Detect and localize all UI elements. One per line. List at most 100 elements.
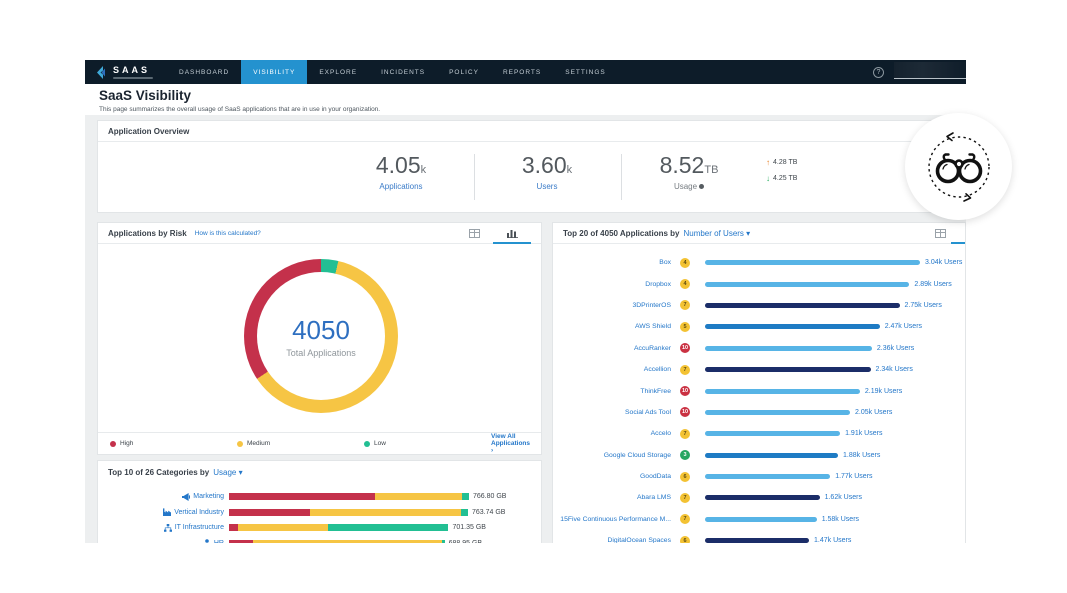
legend-item-low: Low (364, 440, 491, 447)
users-value: 2.89k Users (914, 281, 951, 288)
risk-donut-chart: 4050 Total Applications (244, 259, 398, 413)
application-label[interactable]: 15Five Continuous Performance M... (553, 516, 671, 523)
application-label[interactable]: AWS Shield (553, 323, 671, 330)
help-icon[interactable]: ? (873, 67, 884, 78)
category-label[interactable]: Vertical Industry (174, 509, 224, 516)
application-row: DigitalOcean Spaces 6 1.47k Users (553, 530, 965, 543)
nav-item-visibility[interactable]: VISIBILITY (241, 60, 307, 84)
arrow-down-icon: ↓ (766, 174, 770, 183)
account-area[interactable] (894, 62, 966, 79)
risk-score-badge: 6 (680, 472, 690, 482)
users-bar (705, 517, 817, 522)
users-bar (705, 324, 880, 329)
application-label[interactable]: Google Cloud Storage (553, 452, 671, 459)
application-row: AccuRanker102.36k Users (553, 338, 965, 359)
risk-score-badge: 6 (680, 536, 690, 543)
application-label[interactable]: Accellion (553, 366, 671, 373)
stat-divider (474, 154, 475, 200)
users-value: 1.77k Users (835, 473, 872, 480)
how-calculated-link[interactable]: How is this calculated? (195, 230, 261, 237)
active-tab-indicator (951, 242, 965, 244)
category-value: 763.74 GB (472, 509, 505, 516)
nav-item-reports[interactable]: REPORTS (491, 60, 553, 84)
apps-title: Top 20 of 4050 Applications by (563, 229, 679, 238)
brand-logo-icon (95, 66, 108, 79)
application-label[interactable]: AccuRanker (553, 345, 671, 352)
nav-item-explore[interactable]: EXPLORE (307, 60, 369, 84)
application-row: 15Five Continuous Performance M... 7 1.58k… (553, 509, 965, 530)
stat-applications: 4.05kApplications (341, 152, 461, 191)
risk-score-badge: 7 (680, 429, 690, 439)
usage-deltas: ↑4.28 TB↓4.25 TB (766, 158, 797, 190)
users-value: 1.58k Users (822, 516, 859, 523)
table-view-icon[interactable] (455, 223, 493, 243)
content-area: Application Overview 4.05kApplications 3.… (85, 115, 966, 543)
apps-view-tabs (925, 223, 955, 243)
users-bar (705, 346, 872, 351)
risk-score-badge: 10 (680, 343, 690, 353)
application-row: Google Cloud Storage31.88k Users (553, 445, 965, 466)
person-icon (203, 534, 214, 543)
category-label[interactable]: HR (214, 540, 224, 543)
users-bar (705, 453, 838, 458)
application-label[interactable]: Abara LMS (553, 494, 671, 501)
application-label[interactable]: Dropbox (553, 281, 671, 288)
legend-dot-icon (237, 441, 243, 447)
users-bar (705, 410, 850, 415)
users-value: 2.47k Users (885, 323, 922, 330)
chart-view-icon[interactable] (493, 223, 531, 243)
delta-up: ↑4.28 TB (766, 158, 797, 167)
stat-divider (621, 154, 622, 200)
application-row: Abara LMS 7 1.62k Users (553, 487, 965, 508)
users-value: 1.47k Users (814, 537, 851, 543)
brand-logo[interactable]: SAAS (85, 60, 167, 84)
application-label[interactable]: 3DPrinterOS (553, 302, 671, 309)
overview-title: Application Overview (108, 127, 189, 136)
application-row: Accellion72.34k Users (553, 359, 965, 380)
users-bar (705, 260, 920, 265)
nav-item-settings[interactable]: SETTINGS (553, 60, 618, 84)
users-bar (705, 431, 840, 436)
application-label[interactable]: GoodData (553, 473, 671, 480)
category-label[interactable]: IT Infrastructure (175, 524, 224, 531)
risk-score-badge: 7 (680, 514, 690, 524)
top-navbar: SAAS DASHBOARDVISIBILITYEXPLOREINCIDENTS… (85, 60, 966, 84)
category-value: 701.35 GB (453, 524, 486, 531)
apps-sort-dropdown[interactable]: Number of Users ▾ (683, 229, 750, 238)
category-value: 766.80 GB (473, 493, 506, 500)
binoculars-icon (917, 125, 1001, 209)
users-value: 1.91k Users (845, 430, 882, 437)
application-label[interactable]: ThinkFree (553, 388, 671, 395)
risk-score-badge: 7 (680, 493, 690, 503)
page-header: SaaS Visibility This page summarizes the… (85, 84, 966, 115)
category-usage-bar (229, 493, 469, 500)
users-value: 2.05k Users (855, 409, 892, 416)
category-label[interactable]: Marketing (193, 493, 224, 500)
categories-sort-dropdown[interactable]: Usage ▾ (213, 468, 242, 477)
application-label[interactable]: Social Ads Tool (553, 409, 671, 416)
users-value: 1.62k Users (825, 494, 862, 501)
category-value: 688.95 GB (449, 540, 482, 543)
risk-panel-title: Applications by Risk (108, 229, 187, 238)
risk-score-badge: 10 (680, 386, 690, 396)
risk-score-badge: 10 (680, 407, 690, 417)
users-bar (705, 495, 820, 500)
view-all-applications-link[interactable]: View All Applications › (491, 433, 530, 454)
application-row: Accelo 7 1.91k Users (553, 423, 965, 444)
table-view-icon[interactable] (925, 223, 955, 243)
nav-item-dashboard[interactable]: DASHBOARD (167, 60, 241, 84)
risk-score-badge: 4 (680, 258, 690, 268)
legend-dot-icon (110, 441, 116, 447)
users-bar (705, 538, 809, 543)
nav-item-incidents[interactable]: INCIDENTS (369, 60, 437, 84)
category-row: Marketing 766.80 GB (98, 489, 541, 505)
category-usage-bar (229, 540, 445, 543)
application-label[interactable]: Box (553, 259, 671, 266)
application-label[interactable]: DigitalOcean Spaces (553, 537, 671, 543)
info-icon[interactable] (699, 184, 704, 189)
application-label[interactable]: Accelo (553, 430, 671, 437)
binoculars-tour-badge[interactable] (905, 113, 1012, 220)
users-value: 1.88k Users (843, 452, 880, 459)
nav-item-policy[interactable]: POLICY (437, 60, 491, 84)
users-value: 3.04k Users (925, 259, 962, 266)
